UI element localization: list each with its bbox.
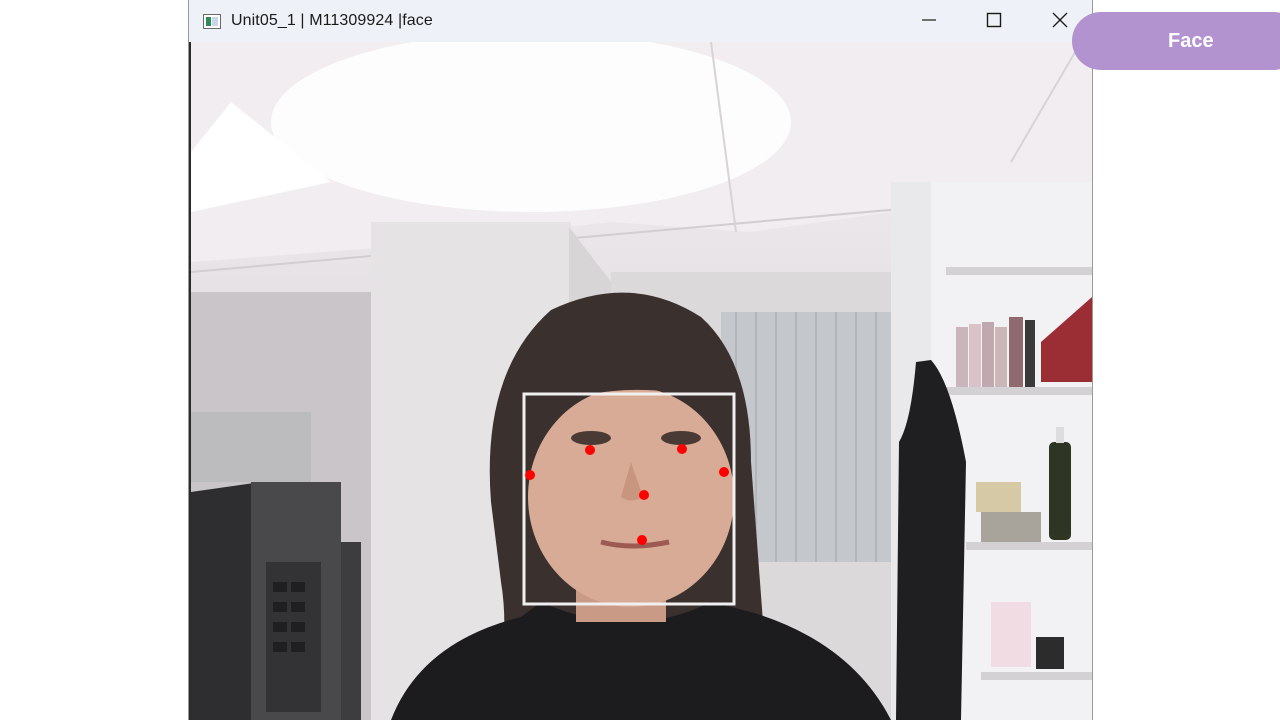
minimize-icon [922,19,936,21]
landmark-left-ear [525,470,535,480]
title-bar[interactable]: Unit05_1 | M11309924 |face [189,0,1092,42]
face-label-text: Face [1168,29,1214,52]
close-icon [1052,12,1068,28]
landmark-left-eye [585,445,595,455]
landmark-right-ear [719,467,729,477]
landmark-right-eye [677,444,687,454]
landmark-mouth [637,535,647,545]
landmark-nose [639,490,649,500]
maximize-button[interactable] [961,0,1027,40]
camera-scene [191,42,1092,720]
app-window: Unit05_1 | M11309924 |face [189,0,1092,720]
window-title: Unit05_1 | M11309924 |face [231,12,433,29]
camera-feed [191,42,1092,720]
face-label-tag: Face [1072,12,1280,70]
minimize-button[interactable] [896,0,962,40]
maximize-icon [986,12,1002,28]
app-icon [203,13,221,29]
